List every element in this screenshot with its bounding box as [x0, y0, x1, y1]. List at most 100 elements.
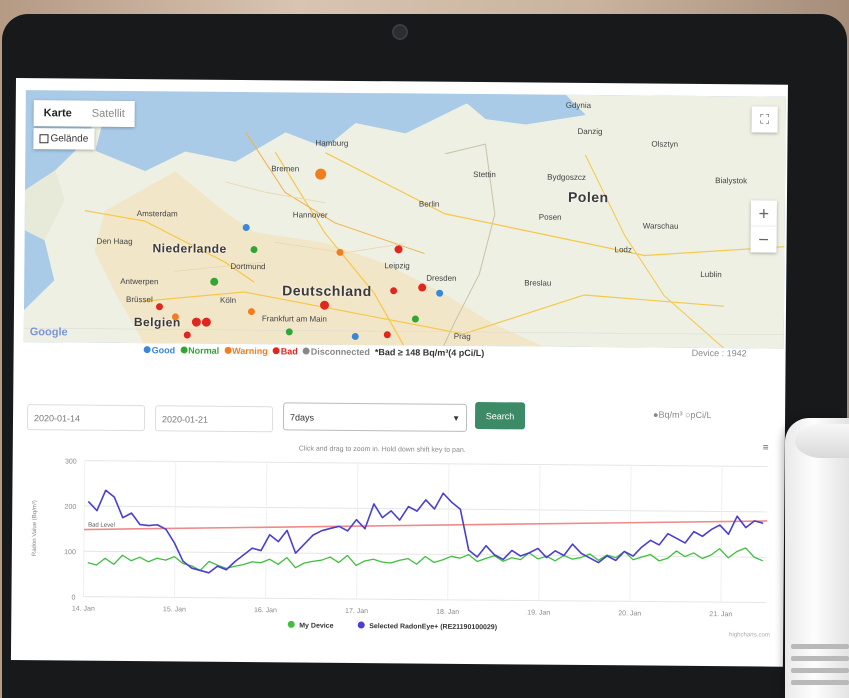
x-tick-label: 14. Jan [72, 606, 95, 613]
terrain-label: Gelände [50, 133, 89, 145]
city-label: Den Haag [96, 236, 133, 247]
city-label: Dresden [426, 273, 457, 283]
device-marker[interactable] [183, 331, 191, 339]
city-label: Berlin [418, 199, 440, 209]
device-marker[interactable] [210, 277, 219, 286]
y-tick-label: 200 [65, 504, 77, 511]
city-label: Warschau [642, 221, 679, 231]
zoom-in-button[interactable]: + [750, 200, 777, 227]
x-tick-label: 20. Jan [618, 610, 641, 617]
end-date-input[interactable]: 2020-01-21 [154, 405, 274, 433]
city-label: Gdynia [565, 100, 592, 111]
device-marker[interactable] [394, 245, 403, 254]
dot-icon [224, 346, 232, 354]
threshold-label: Bad Level [88, 523, 115, 529]
x-gridline [629, 465, 632, 602]
device-marker[interactable] [247, 308, 256, 316]
period-select[interactable]: 7days ▼ [282, 402, 468, 432]
front-camera [392, 24, 408, 40]
city-label: Lublin [700, 269, 722, 280]
map-land [23, 90, 786, 349]
city-label: Bialystok [715, 176, 748, 186]
legend-normal: Normal [180, 345, 220, 356]
legend-label: Normal [188, 345, 220, 356]
city-label: Breslau [524, 278, 552, 288]
x-gridline [538, 464, 541, 601]
city-label: Antwerpen [120, 276, 159, 287]
device-marker[interactable] [411, 315, 419, 323]
y-tick-label: 300 [65, 458, 77, 465]
dot-icon [180, 346, 188, 354]
device-marker[interactable] [285, 328, 293, 336]
y-tick-label: 100 [64, 549, 76, 556]
device-marker[interactable] [336, 248, 344, 256]
unit-selector[interactable]: ●Bq/m³ ○pCi/L [653, 410, 711, 421]
tablet-screen: Karte Satellit Gelände ⛶ + − Niederlande… [10, 78, 788, 667]
x-tick-label: 15. Jan [163, 606, 186, 613]
dot-icon [302, 347, 310, 355]
device-marker[interactable] [383, 331, 391, 339]
x-gridline [447, 463, 450, 600]
menu-icon[interactable]: ≡ [763, 443, 773, 454]
legend-good: Good [143, 345, 176, 356]
city-label: Danzig [577, 126, 603, 137]
device-marker[interactable] [155, 303, 164, 311]
status-legend: Good Normal Warning Bad Disconnected *Ba… [143, 345, 485, 359]
legend-label: Selected RadonEye+ (RE21190100029) [369, 623, 497, 631]
device-marker[interactable] [319, 300, 330, 310]
terrain-toggle[interactable]: Gelände [33, 128, 95, 150]
map-tab-karte[interactable]: Karte [34, 100, 82, 126]
device-marker[interactable] [201, 317, 211, 327]
device-marker[interactable] [250, 246, 258, 254]
country-label: Polen [567, 188, 609, 206]
device-marker[interactable] [191, 317, 201, 327]
x-gridline [356, 462, 359, 599]
device-marker[interactable] [242, 223, 250, 232]
device-marker[interactable] [436, 289, 444, 297]
city-label: Prag [453, 331, 471, 341]
legend-label: Disconnected [310, 346, 370, 358]
x-gridline [174, 461, 177, 598]
legend-bad: Bad [272, 346, 298, 357]
legend-label: My Device [299, 622, 333, 629]
bad-threshold-note: *Bad ≥ 148 Bq/m³(4 pCi/L) [374, 347, 485, 359]
sensor-grille [791, 668, 849, 673]
legend-label: Bad [280, 346, 298, 357]
map-tab-satellit[interactable]: Satellit [82, 101, 135, 127]
legend-warning: Warning [224, 346, 268, 356]
tablet-frame: Karte Satellit Gelände ⛶ + − Niederlande… [2, 14, 847, 698]
radon-sensor-device [785, 418, 849, 698]
device-count: Device : 1942 [691, 347, 747, 359]
map-type-control: Karte Satellit [33, 100, 135, 128]
gridline [84, 505, 768, 513]
legend-disconnected: Disconnected [302, 346, 370, 358]
sensor-grille [791, 656, 849, 661]
country-label: Niederlande [152, 241, 227, 256]
terrain-checkbox[interactable] [39, 134, 49, 144]
radon-chart[interactable]: 0 100 200 300 Radon Value (Bq/m³) 14. Jan 15. … [21, 450, 778, 637]
device-marker[interactable] [315, 168, 327, 180]
city-label: Frankfurt am Main [261, 314, 327, 324]
device-marker[interactable] [171, 313, 179, 321]
city-label: Bydgoszcz [547, 172, 586, 182]
city-label: Brüssel [126, 294, 153, 305]
x-gridline [720, 466, 723, 603]
country-label: Deutschland [282, 282, 372, 300]
device-marker[interactable] [418, 283, 427, 292]
fullscreen-button[interactable]: ⛶ [751, 106, 778, 133]
city-label: Köln [220, 295, 237, 305]
legend-label: Good [151, 345, 176, 356]
series-line-1 [87, 547, 764, 572]
x-tick-label: 19. Jan [527, 609, 550, 616]
zoom-out-button[interactable]: − [750, 226, 777, 253]
city-label: Lodz [614, 245, 632, 255]
city-label: Dortmund [230, 261, 266, 272]
device-marker[interactable] [390, 287, 398, 295]
sensor-grille [791, 680, 849, 685]
city-label: Leipzig [384, 261, 410, 271]
start-date-input[interactable]: 2020-01-14 [26, 404, 146, 432]
device-marker[interactable] [351, 332, 359, 341]
radon-map[interactable]: Karte Satellit Gelände ⛶ + − Niederlande… [23, 90, 786, 349]
search-button[interactable]: Search [474, 402, 526, 430]
dot-icon [272, 347, 280, 355]
